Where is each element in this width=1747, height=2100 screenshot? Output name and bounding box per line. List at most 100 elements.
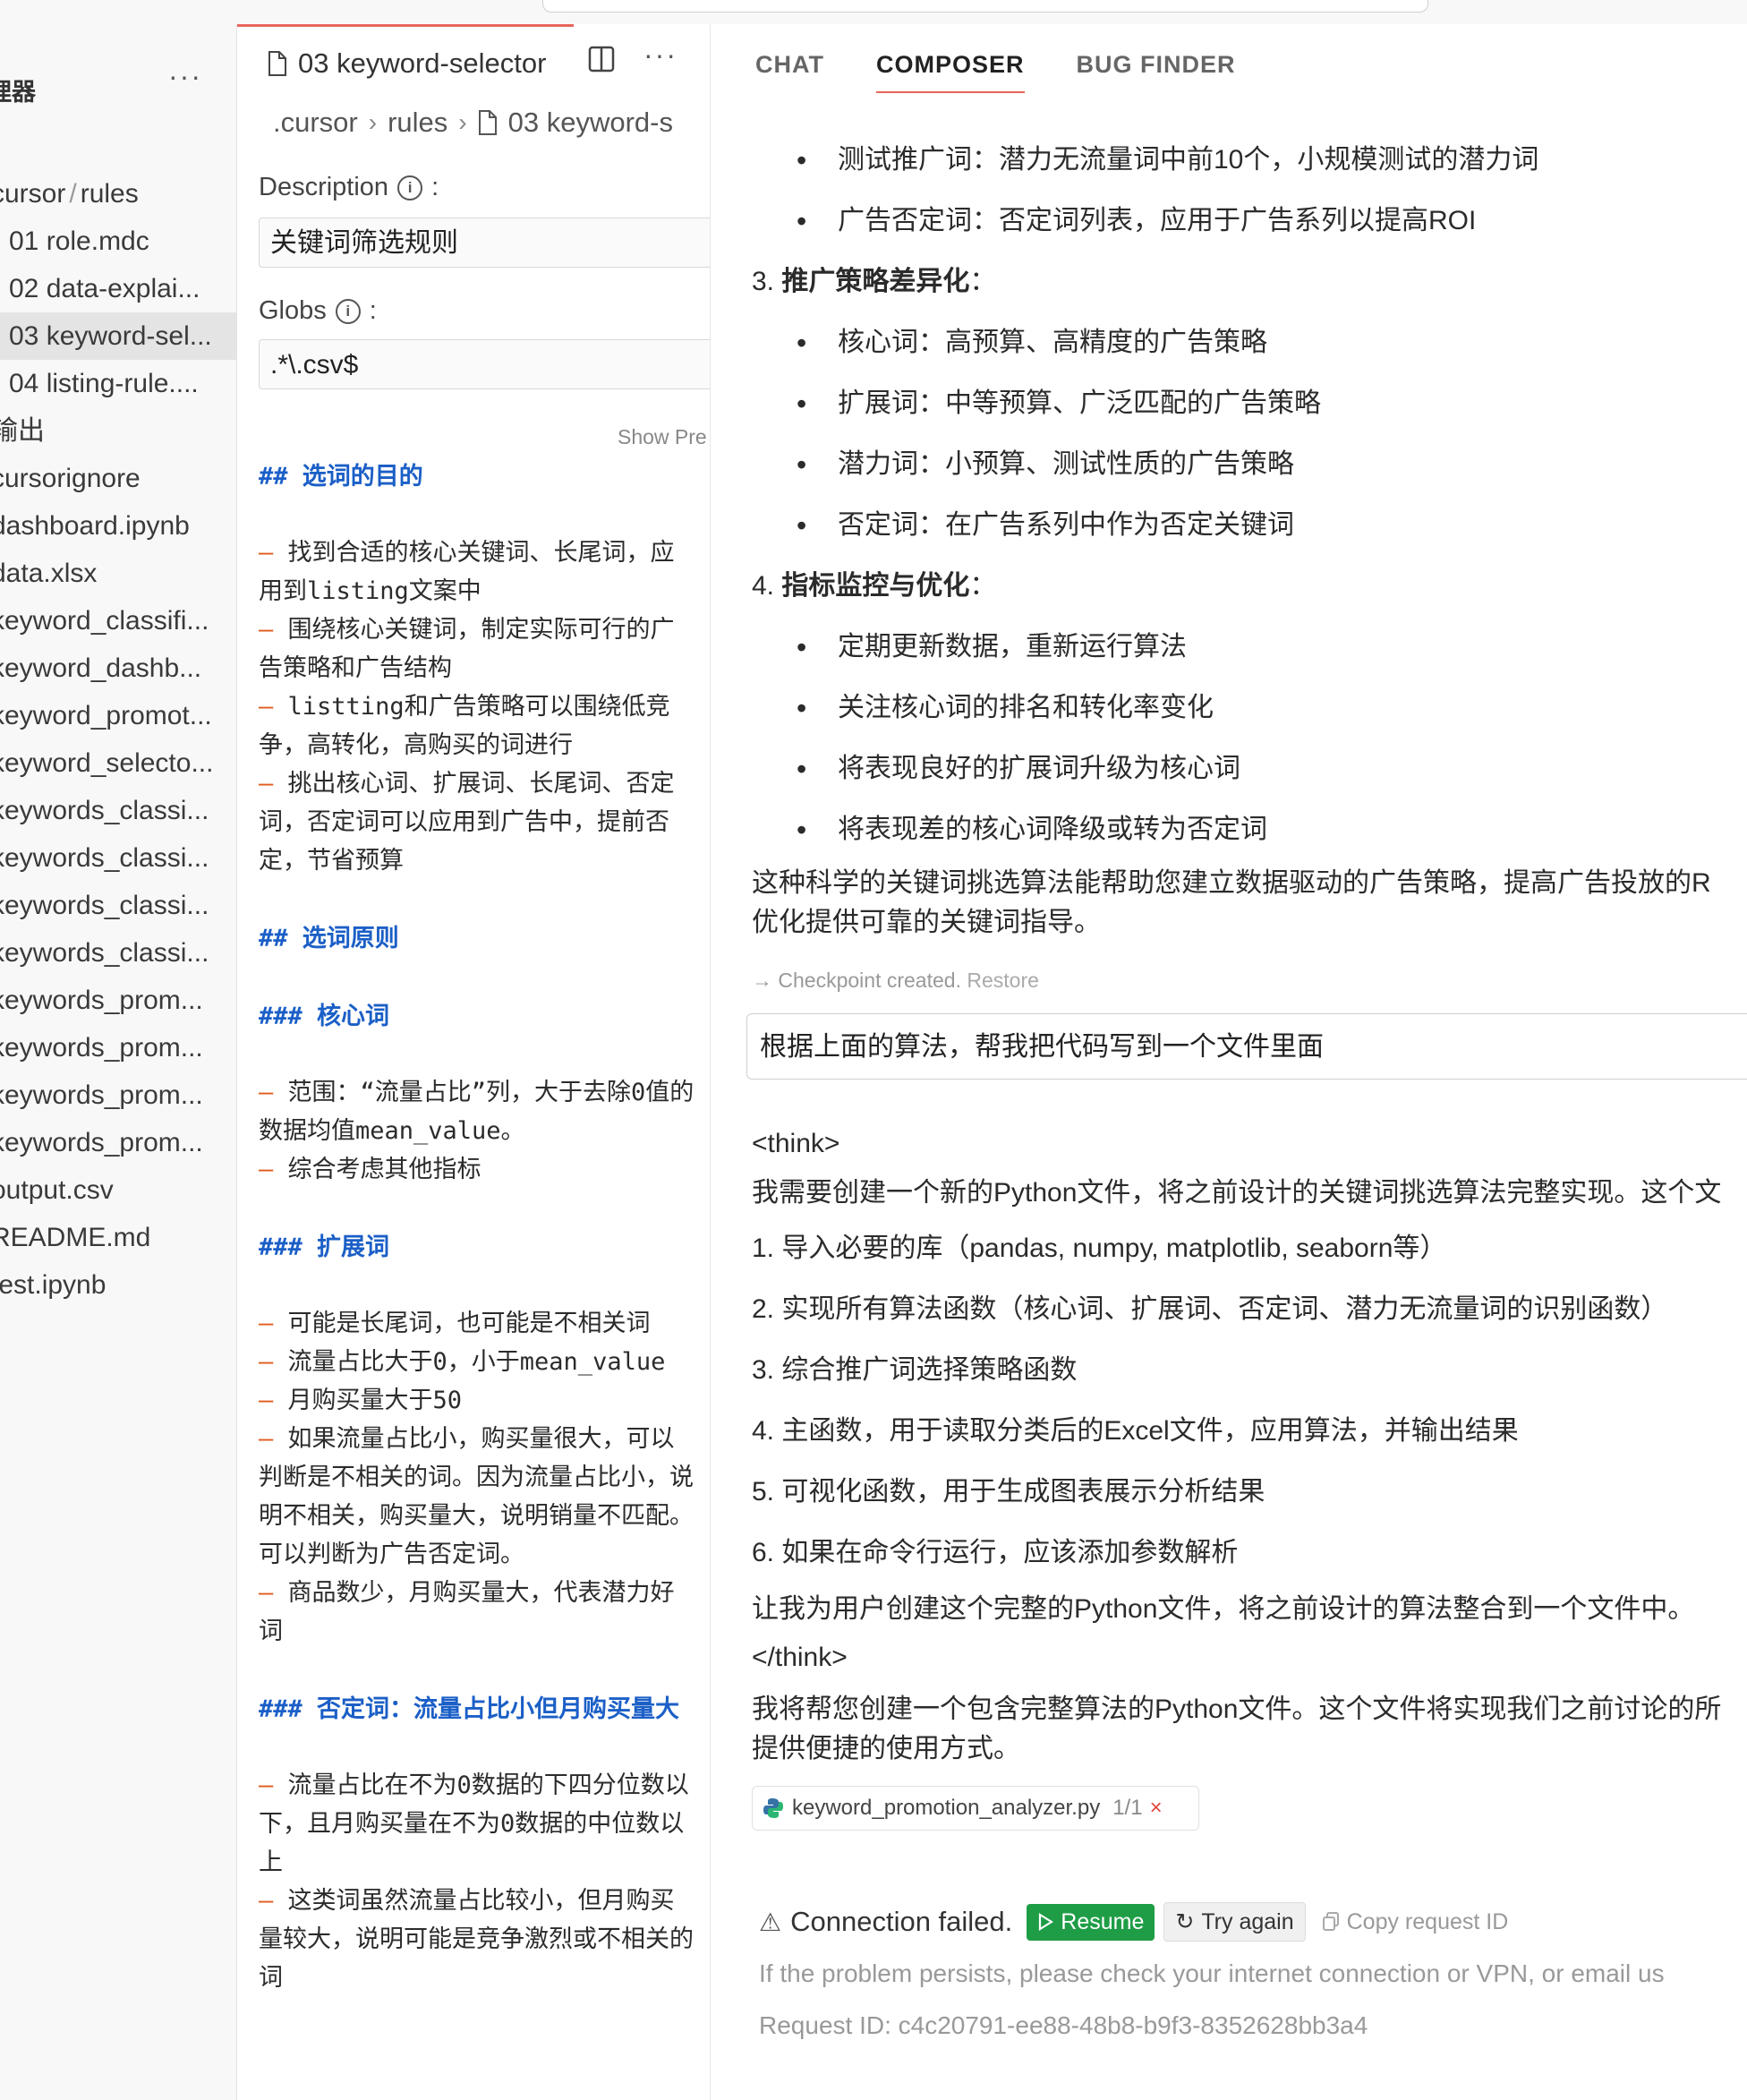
rule-line: – 找到合适的核心关键词、长尾词，应 <box>259 534 710 572</box>
info-icon[interactable]: i <box>397 175 423 201</box>
list-item: 广告否定词：否定词列表，应用于广告系列以提高ROI <box>752 191 1747 252</box>
file-item[interactable]: data.xlsx <box>0 550 236 597</box>
rule-line: – 综合考虑其他指标 <box>259 1150 710 1189</box>
file-item[interactable]: keywords_classi... <box>0 929 236 977</box>
rule-line: – 流量占比大于0，小于mean_value <box>259 1343 710 1381</box>
editor-tab[interactable]: 03 keyword-selector <box>237 24 574 100</box>
generated-file-chip[interactable]: keyword_promotion_analyzer.py 1/1 × <box>752 1786 1199 1831</box>
file-item[interactable]: keywords_classi... <box>0 787 236 834</box>
file-item-active[interactable]: 03 keyword-sel... <box>0 312 236 360</box>
think-outro: 让我为用户创建这个完整的Python文件，将之前设计的算法整合到一个文件中。 <box>752 1594 1695 1624</box>
arrow-right-icon: → <box>752 969 772 992</box>
list-dash: – <box>259 1310 274 1337</box>
rule-line: – 范围：“流量占比”列，大于去除0值的 <box>259 1073 710 1112</box>
file-name: keyword_promotion_analyzer.py <box>792 1796 1101 1820</box>
file-item[interactable]: keyword_selecto... <box>0 739 236 787</box>
file-item[interactable]: keywords_prom... <box>0 1024 236 1071</box>
breadcrumb-item[interactable]: rules <box>388 107 447 139</box>
more-actions-icon[interactable]: ··· <box>643 38 677 72</box>
reply-text: 提供便捷的使用方式。 <box>752 1734 1020 1763</box>
rule-text: 月购买量大于50 <box>287 1387 463 1414</box>
breadcrumb-item[interactable]: .cursor <box>273 107 358 139</box>
file-item[interactable]: keywords_prom... <box>0 977 236 1024</box>
description-input[interactable]: 关键词筛选规则 <box>259 218 710 268</box>
breadcrumb-item[interactable]: 03 keyword-s <box>508 107 673 139</box>
think-step: 6. 如果在命令行运行，应该添加参数解析 <box>752 1538 1239 1567</box>
split-editor-icon[interactable] <box>588 46 615 73</box>
resume-button[interactable]: Resume <box>1027 1903 1155 1941</box>
rule-line: – 围绕核心关键词，制定实际可行的广 <box>259 610 710 649</box>
rule-heading: ### 否定词：流量占比小但月购买量大 <box>259 1695 680 1723</box>
user-message[interactable]: 根据上面的算法，帮我把代码写到一个文件里面 <box>746 1013 1747 1080</box>
list-dash: – <box>259 1156 274 1183</box>
composer-panel: CHAT COMPOSER BUG FINDER 测试推广词：潜力无流量词中前1… <box>711 24 1747 2100</box>
rule-text: listting和广告策略可以围绕低竞 <box>287 693 670 721</box>
file-item[interactable]: keywords_prom... <box>0 1119 236 1166</box>
rule-line: – 月购买量大于50 <box>259 1381 710 1420</box>
file-change-count: 1/1 <box>1112 1796 1143 1820</box>
file-item[interactable]: test.ipynb <box>0 1261 236 1309</box>
restore-link[interactable]: Restore <box>967 969 1039 992</box>
list-dash: – <box>259 539 274 567</box>
assistant-thinking: <think> 我需要创建一个新的Python文件，将之前设计的关键词挑选算法完… <box>752 1121 1747 1769</box>
list-item: 否定词：在广告系列中作为否定关键词 <box>752 495 1747 556</box>
summary-text: 优化提供可靠的关键词指导。 <box>752 908 1101 937</box>
file-item[interactable]: output.csv <box>0 1166 236 1214</box>
file-item[interactable]: 04 listing-rule.... <box>0 360 236 407</box>
close-icon[interactable]: × <box>1150 1796 1163 1821</box>
try-again-button[interactable]: ↻ Try again <box>1163 1902 1306 1942</box>
tab-bug-finder[interactable]: BUG FINDER <box>1077 51 1236 93</box>
rule-line: – 挑出核心词、扩展词、长尾词、否定 <box>259 764 710 803</box>
file-item[interactable]: 02 data-explai... <box>0 265 236 312</box>
tab-chat[interactable]: CHAT <box>755 51 824 93</box>
rule-line: – 这类词虽然流量占比较小，但月购买 <box>259 1882 710 1920</box>
file-item[interactable]: keyword_promot... <box>0 692 236 739</box>
folder-item[interactable]: 输出 <box>0 407 236 455</box>
rule-text: 商品数少，月购买量大，代表潜力好 <box>287 1579 675 1607</box>
info-icon[interactable]: i <box>335 298 361 324</box>
rule-content[interactable]: ## 选词的目的 – 找到合适的核心关键词、长尾词，应 用到listing文案中… <box>259 436 710 1997</box>
colon: ： <box>969 267 997 296</box>
file-item[interactable]: cursorignore <box>0 455 236 502</box>
rule-heading: ## 选词原则 <box>259 925 399 952</box>
python-icon <box>763 1798 783 1818</box>
command-search-box[interactable] <box>542 0 1428 13</box>
list-item: 扩展词：中等预算、广泛匹配的广告策略 <box>752 373 1747 434</box>
rule-text: 这类词虽然流量占比较小，但月购买 <box>287 1887 675 1915</box>
folder-label: cursor <box>0 179 66 209</box>
description-label: Description i: <box>259 173 439 202</box>
globs-input[interactable]: .*\.csv$ <box>259 339 710 389</box>
file-item[interactable]: keywords_classi... <box>0 834 236 882</box>
explorer-sidebar: 理器 ··· cursor/rules 01 role.mdc 02 data-… <box>0 24 237 2100</box>
colon: : <box>431 173 439 201</box>
globs-label: Globs i: <box>259 296 377 326</box>
connection-error-bar: ⚠ Connection failed. Resume ↻ Try again … <box>759 1902 1515 1942</box>
file-item[interactable]: keyword_classifi... <box>0 597 236 645</box>
list-dash: – <box>259 1771 274 1799</box>
file-item[interactable]: 01 role.mdc <box>0 218 236 265</box>
rule-text: 范围：“流量占比”列，大于去除0值的 <box>287 1079 695 1106</box>
file-item[interactable]: keywords_classi... <box>0 882 236 929</box>
file-item[interactable]: keywords_prom... <box>0 1071 236 1119</box>
think-step: 1. 导入必要的库（pandas, numpy, matplotlib, sea… <box>752 1234 1447 1263</box>
rule-text: 可能是长尾词，也可能是不相关词 <box>287 1310 651 1337</box>
think-step: 3. 综合推广词选择策略函数 <box>752 1355 1078 1385</box>
folder-cursor-rules[interactable]: cursor/rules <box>0 170 236 218</box>
file-item[interactable]: README.md <box>0 1214 236 1261</box>
section-heading: 3. 推广策略差异化： <box>752 252 1747 312</box>
rule-text: 找到合适的核心关键词、长尾词，应 <box>287 539 675 567</box>
explorer-title: 理器 <box>0 79 36 106</box>
tab-composer[interactable]: COMPOSER <box>875 51 1025 93</box>
list-item: 定期更新数据，重新运行算法 <box>752 617 1747 678</box>
rule-line: 上 <box>259 1848 283 1876</box>
rule-line: – 可能是长尾词，也可能是不相关词 <box>259 1304 710 1343</box>
file-item[interactable]: keyword_dashb... <box>0 645 236 692</box>
rule-line: 判断是不相关的词。因为流量占比小，说 <box>259 1464 694 1491</box>
more-actions-icon[interactable]: ··· <box>168 60 202 93</box>
copy-request-id-button[interactable]: Copy request ID <box>1315 1904 1516 1941</box>
file-item[interactable]: dashboard.ipynb <box>0 502 236 550</box>
refresh-icon: ↻ <box>1175 1909 1195 1934</box>
rule-text: 综合考虑其他指标 <box>287 1156 481 1183</box>
rule-line: 告策略和广告结构 <box>259 654 452 682</box>
title-bar <box>0 0 1747 24</box>
